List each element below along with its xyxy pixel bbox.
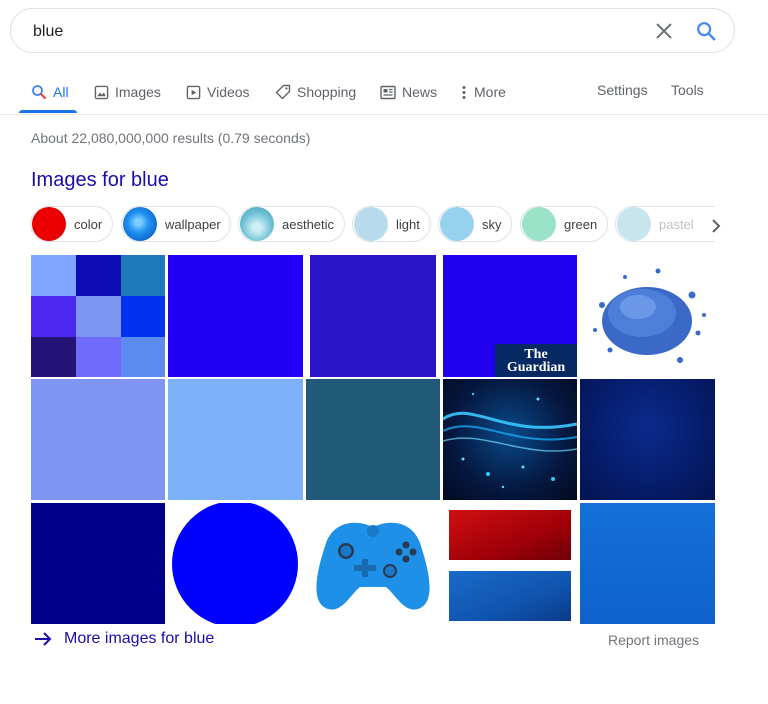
image-result-solid-blue[interactable] [310, 255, 436, 377]
chip-label: light [396, 216, 420, 232]
search-tabs: All Images Videos Shopping News More Set… [0, 70, 768, 115]
image-result-guardian[interactable]: The Guardian [443, 255, 577, 377]
refinement-chips: color wallpaper aesthetic light sky gree… [30, 206, 730, 244]
image-result-red-blue-swatches[interactable] [443, 503, 577, 624]
image-result-blue-circle[interactable] [168, 503, 303, 624]
result-stats: About 22,080,000,000 results (0.79 secon… [31, 130, 311, 146]
tag-icon [275, 84, 291, 100]
search-icon [32, 85, 46, 99]
chip-thumbnail [440, 207, 474, 241]
tab-news[interactable]: News [380, 82, 437, 102]
chip-sky[interactable]: sky [438, 206, 512, 242]
active-tab-indicator [19, 110, 77, 113]
guardian-logo-box: The Guardian [495, 344, 577, 377]
image-icon [94, 85, 109, 99]
chip-light[interactable]: light [352, 206, 431, 242]
tab-label: News [402, 84, 438, 100]
chip-thumbnail [240, 207, 274, 241]
image-result-azure[interactable] [580, 503, 715, 624]
image-result-dark-blue-gradient[interactable] [580, 379, 715, 500]
chip-aesthetic[interactable]: aesthetic [238, 206, 345, 242]
video-icon [186, 85, 201, 99]
tools-link[interactable]: Tools [671, 82, 704, 98]
tab-more[interactable]: More [460, 82, 506, 102]
chip-thumbnail [123, 207, 157, 241]
tab-videos[interactable]: Videos [186, 82, 250, 102]
image-result-navy[interactable] [31, 503, 165, 624]
dots-vertical-icon [462, 85, 466, 99]
report-images-link[interactable]: Report images [608, 632, 699, 648]
chip-label: pastel [659, 216, 694, 232]
search-icon[interactable] [695, 20, 717, 42]
chip-label: sky [482, 216, 502, 232]
tab-images[interactable]: Images [94, 82, 161, 102]
chip-wallpaper[interactable]: wallpaper [121, 206, 231, 242]
tab-label: Videos [207, 84, 250, 100]
chip-thumbnail [32, 207, 66, 241]
chip-label: green [564, 216, 598, 232]
settings-link[interactable]: Settings [597, 82, 648, 98]
tab-label: Shopping [297, 84, 357, 100]
image-result-controller[interactable] [306, 503, 440, 624]
chip-green[interactable]: green [520, 206, 608, 242]
image-result-particles[interactable] [443, 379, 577, 500]
search-input[interactable] [31, 19, 595, 45]
image-result-blue-powder[interactable] [580, 255, 715, 377]
tab-label: Images [115, 84, 161, 100]
images-heading[interactable]: Images for blue [31, 169, 169, 192]
chip-thumbnail [522, 207, 556, 241]
chip-thumbnail [617, 207, 651, 241]
chip-pastel[interactable]: pastel [615, 206, 715, 242]
image-result-solid-blue[interactable] [168, 255, 303, 377]
search-bar[interactable] [10, 8, 735, 53]
tab-all[interactable]: All [31, 82, 69, 102]
image-result-periwinkle[interactable] [31, 379, 165, 500]
tab-label: All [53, 84, 69, 100]
chip-label: color [74, 216, 103, 232]
news-icon [380, 85, 396, 99]
chevron-right-icon[interactable] [706, 216, 726, 236]
more-images-label: More images for blue [64, 630, 215, 647]
chip-thumbnail [354, 207, 388, 241]
chip-label: aesthetic [282, 216, 335, 232]
chip-label: wallpaper [165, 216, 221, 232]
guardian-logo: The Guardian [506, 347, 566, 375]
image-result-light-blue[interactable] [168, 379, 303, 500]
tab-label: More [474, 84, 506, 100]
more-images-link[interactable]: More images for blue [33, 629, 214, 649]
image-result-teal-blue[interactable] [306, 379, 440, 500]
close-icon[interactable] [654, 21, 674, 41]
chip-color[interactable]: color [30, 206, 113, 242]
arrow-right-icon [35, 632, 52, 646]
tab-shopping[interactable]: Shopping [275, 82, 356, 102]
image-result-color-palette[interactable] [31, 255, 165, 377]
